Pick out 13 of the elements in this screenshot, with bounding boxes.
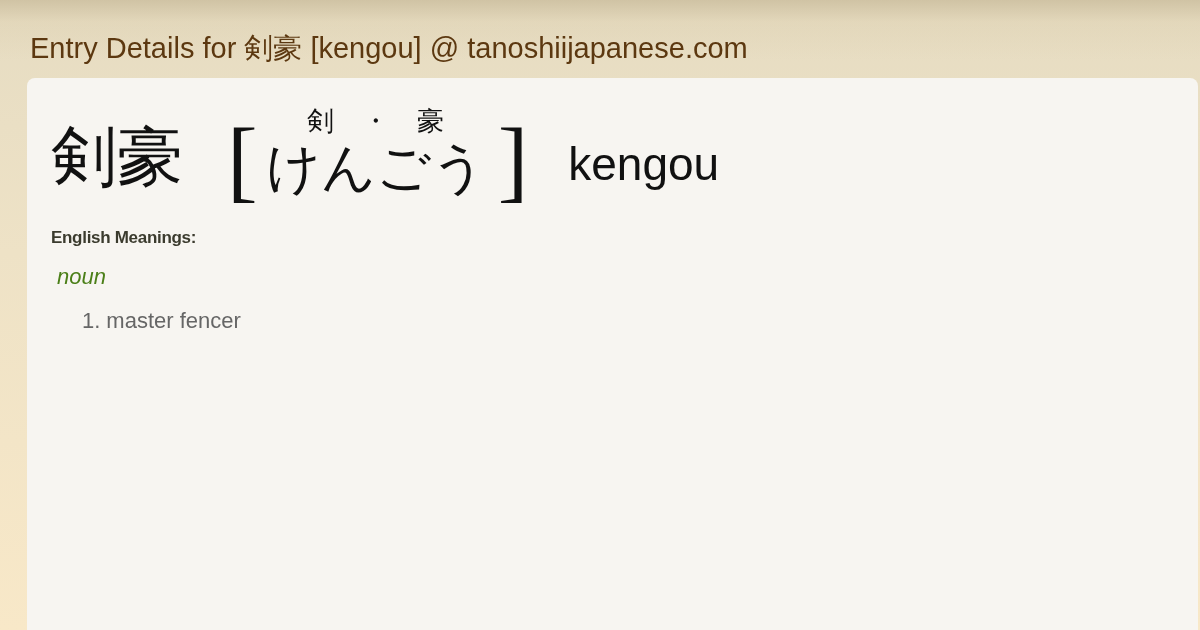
kana-reading: けんごう <box>265 137 486 200</box>
part-of-speech: noun <box>57 264 107 290</box>
furigana: 剣 <box>307 106 335 136</box>
sense-number: 1. <box>82 307 101 335</box>
closing-bracket: ] <box>497 110 529 210</box>
headword: 剣豪 <box>51 119 183 195</box>
sense-text: master fencer <box>106 307 241 335</box>
page-title: Entry Details for 剣豪 [kengou] @ tanoshiijapanese.com <box>30 31 749 66</box>
meanings-heading: English Meanings: <box>51 227 198 249</box>
romaji-reading: kengou <box>568 137 720 192</box>
furigana: 豪 <box>417 106 445 136</box>
opening-bracket: [ <box>227 110 258 210</box>
furigana: ・ <box>362 106 390 136</box>
